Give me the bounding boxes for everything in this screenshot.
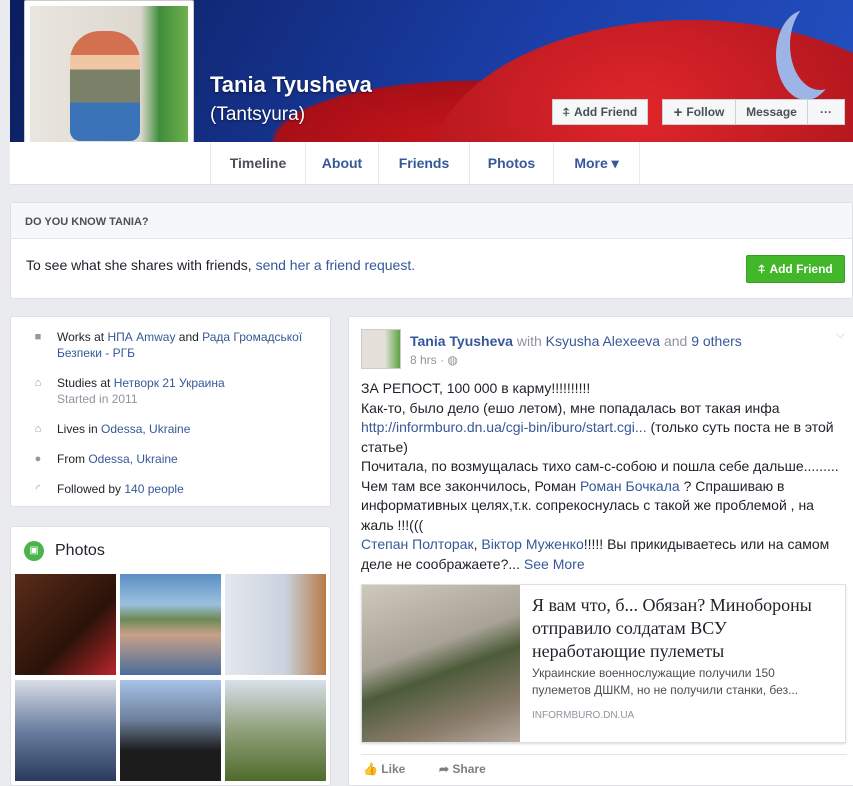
post-and: and bbox=[660, 333, 692, 349]
photos-icon: ▣ bbox=[24, 541, 44, 561]
work-link-1[interactable]: НПА Amway bbox=[107, 330, 175, 344]
followed-prefix: Followed by bbox=[57, 482, 125, 496]
profile-nav: Timeline About Friends Photos More ▾ bbox=[10, 142, 853, 185]
like-button[interactable]: 👍 Like bbox=[363, 762, 405, 776]
link-preview-image bbox=[362, 585, 520, 742]
link-preview-title: Я вам что, б... Обязан? Минобороны отпра… bbox=[532, 595, 812, 661]
photo-thumbnail[interactable] bbox=[225, 574, 326, 675]
chevron-down-icon[interactable]: ⌵ bbox=[836, 327, 845, 342]
post-line: Как-то, было дело (ешо летом), мне попад… bbox=[361, 399, 780, 416]
post-line: ЗА РЕПОСТ, 100 000 в карму!!!!!!!!!! bbox=[361, 380, 591, 396]
add-friend-label: Add Friend bbox=[769, 262, 833, 276]
add-friend-label: Add Friend bbox=[573, 105, 638, 119]
photos-title[interactable]: Photos bbox=[55, 542, 105, 560]
post-line: Чем там все закончилось, Роман bbox=[361, 477, 580, 494]
mention-link[interactable]: Роман Бочкала bbox=[580, 478, 680, 494]
add-friend-green-button[interactable]: ⍏ Add Friend bbox=[746, 255, 845, 283]
thumbs-up-icon: 👍 bbox=[363, 762, 382, 776]
from-link[interactable]: Odessa, Ukraine bbox=[88, 452, 177, 466]
mention-link[interactable]: Віктор Муженко bbox=[481, 536, 583, 552]
follow-button[interactable]: + Follow bbox=[662, 99, 736, 125]
school-link[interactable]: Нетворк 21 Украина bbox=[114, 376, 225, 390]
photo-thumbnail[interactable] bbox=[120, 680, 221, 781]
message-button[interactable]: Message bbox=[735, 99, 808, 125]
studies-prefix: Studies at bbox=[57, 376, 114, 390]
tagged-others-link[interactable]: 9 others bbox=[691, 333, 742, 349]
tab-more[interactable]: More ▾ bbox=[553, 142, 640, 184]
photos-card: ▣ Photos bbox=[10, 526, 331, 786]
photo-thumbnail[interactable] bbox=[225, 680, 326, 781]
profile-nickname: (Tantsyura) bbox=[210, 104, 306, 125]
rss-icon: ◜ bbox=[35, 483, 41, 495]
link-preview-domain: INFORMBURO.DN.UA bbox=[532, 710, 635, 721]
studies-started: Started in 2011 bbox=[57, 392, 138, 406]
intro-card: ■ Works at НПА Amway and Рада Громадської… bbox=[10, 316, 331, 507]
photo-thumbnail[interactable] bbox=[15, 574, 116, 675]
link-preview-description: Украинские военнослужащие получили 150 п… bbox=[532, 666, 799, 697]
do-you-know-header: DO YOU KNOW TANIA? bbox=[11, 203, 852, 239]
share-button[interactable]: ➦ Share bbox=[439, 762, 486, 776]
school-icon: ⌂ bbox=[34, 377, 42, 389]
add-friend-button[interactable]: ⍏ Add Friend bbox=[552, 99, 648, 125]
like-label: Like bbox=[381, 762, 406, 776]
post-url-link[interactable]: http://informburo.dn.ua/cgi-bin/iburo/st… bbox=[361, 419, 647, 435]
photo-thumbnail[interactable] bbox=[120, 574, 221, 675]
more-options-button[interactable]: ··· bbox=[807, 99, 845, 125]
link-preview[interactable]: Я вам что, б... Обязан? Минобороны отпра… bbox=[361, 584, 846, 743]
followers-link[interactable]: 140 people bbox=[124, 482, 183, 496]
lives-link[interactable]: Odessa, Ukraine bbox=[101, 422, 190, 436]
home-icon: ⌂ bbox=[34, 423, 42, 435]
post-card: Tania Tyusheva with Ksyusha Alexeeva and… bbox=[348, 316, 853, 786]
add-friend-icon: ⍏ bbox=[562, 104, 570, 119]
add-friend-icon: ⍏ bbox=[758, 261, 766, 276]
works-prefix: Works at bbox=[57, 330, 108, 344]
post-author-avatar[interactable] bbox=[361, 329, 401, 369]
post-time[interactable]: 8 hrs bbox=[410, 353, 437, 367]
share-icon: ➦ bbox=[439, 762, 453, 776]
tab-photos[interactable]: Photos bbox=[469, 142, 553, 184]
briefcase-icon: ■ bbox=[34, 331, 42, 343]
lives-prefix: Lives in bbox=[57, 422, 102, 436]
mention-link[interactable]: Степан Полторак bbox=[361, 536, 474, 552]
post-line: Почитала, по возмущалась тихо сам-с-собо… bbox=[361, 458, 839, 474]
post-author-link[interactable]: Tania Tyusheva bbox=[410, 333, 513, 349]
do-you-know-card: DO YOU KNOW TANIA? To see what she share… bbox=[10, 202, 853, 299]
post-text: ЗА РЕПОСТ, 100 000 в карму!!!!!!!!!! Как-… bbox=[361, 379, 847, 574]
tab-about[interactable]: About bbox=[305, 142, 378, 184]
profile-name[interactable]: Tania Tyusheva bbox=[210, 72, 372, 98]
works-and: and bbox=[175, 330, 203, 344]
plus-icon: + bbox=[673, 103, 683, 121]
tab-timeline[interactable]: Timeline bbox=[210, 142, 305, 184]
send-friend-request-link[interactable]: send her a friend request. bbox=[256, 257, 416, 273]
from-prefix: From bbox=[57, 452, 89, 466]
know-text: To see what she shares with friends, bbox=[26, 257, 256, 273]
location-pin-icon: ● bbox=[34, 453, 42, 465]
photo-thumbnail[interactable] bbox=[15, 680, 116, 781]
post-with: with bbox=[512, 333, 546, 349]
follow-label: Follow bbox=[686, 105, 725, 119]
see-more-link[interactable]: See More bbox=[524, 556, 585, 572]
share-label: Share bbox=[452, 762, 486, 776]
tab-friends[interactable]: Friends bbox=[378, 142, 469, 184]
post-dot: · bbox=[436, 353, 448, 367]
tagged-friend-link[interactable]: Ksyusha Alexeeva bbox=[546, 333, 660, 349]
globe-icon: ◍ bbox=[447, 353, 458, 367]
